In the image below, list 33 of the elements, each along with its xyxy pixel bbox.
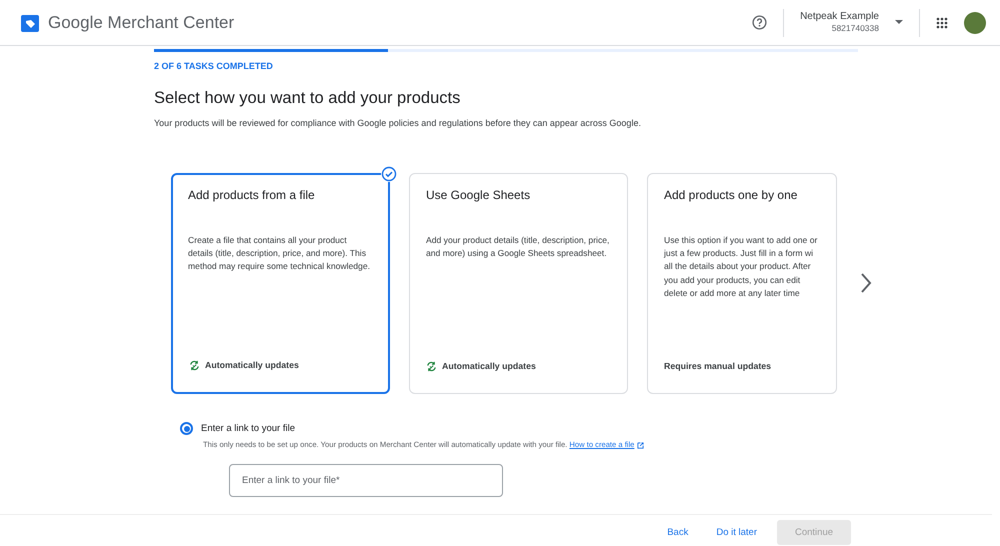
apps-icon[interactable]: [936, 16, 948, 28]
option-description: Create a file that contains all your product details (title, description, price, and more). This method may require some technical knowledge.: [188, 234, 371, 274]
next-arrow-icon[interactable]: [860, 272, 872, 294]
app-name: Google Merchant Center: [48, 12, 234, 34]
update-note: Automatically updates: [442, 360, 536, 373]
option-card[interactable]: Add products from a file Create a file that contains all your product details (title, description, price, and more). This method may require some technical knowledge. Automatically updates: [171, 172, 390, 394]
option-card[interactable]: [647, 172, 837, 394]
footer-button[interactable]: Do it later: [708, 520, 765, 546]
option-description: Use this option if you want to add one or just a few products. Just fill in a form wi all the details about your product. After you add your products, you can edit delete or add more at any later time: [664, 234, 818, 300]
radio-label: Enter a link to your file: [201, 422, 295, 436]
sync-icon: [189, 360, 200, 371]
app-logo-icon: [20, 12, 40, 32]
help-icon[interactable]: [752, 15, 768, 30]
dropdown-icon[interactable]: [895, 20, 903, 25]
option-card[interactable]: Use Google Sheets Add your product details (title, description, price, and more) using a Google Sheets spreadsheet. Automatically updates: [409, 172, 628, 394]
option-description: Add your product details (title, description, price, and more) using a Google Sheets spreadsheet.: [426, 234, 610, 260]
option-title: Add products from a file: [188, 186, 316, 204]
progress-label: 2 OF 6 TASKS COMPLETED: [154, 60, 274, 73]
footer-button[interactable]: Back: [659, 520, 696, 546]
option-title: Add products one by one: [664, 186, 798, 204]
avatar[interactable]: [964, 12, 986, 34]
sync-icon: [426, 360, 437, 372]
update-note: Requires manual updates: [664, 360, 772, 373]
update-note: Automatically updates: [205, 358, 299, 372]
option-title: Use Google Sheets: [426, 186, 532, 204]
account-name[interactable]: Netpeak Example: [800, 10, 879, 24]
check-icon: [381, 166, 397, 182]
radio-button[interactable]: [180, 422, 193, 436]
page-subtitle: Your products will be reviewed for compliance with Google policies and regulations before they can appear across Google.: [154, 117, 642, 130]
file-link-field[interactable]: Enter a link to your file*: [229, 464, 503, 498]
page-title: Select how you want to add your products: [154, 88, 462, 108]
account-id: 5821740338: [830, 23, 879, 35]
external-link-icon: [636, 442, 644, 448]
